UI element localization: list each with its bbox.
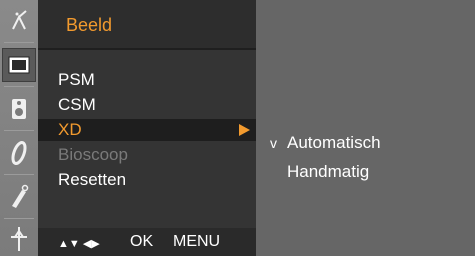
submenu-option-label: Handmatig — [287, 162, 370, 181]
icon-divider — [4, 174, 34, 175]
menu-item-psm[interactable]: PSM — [38, 69, 256, 91]
navigation-arrows-icon: ▲▼ ◀▶ — [58, 238, 100, 250]
menu-item-label: XD — [58, 120, 82, 139]
audio-icon[interactable] — [2, 92, 36, 126]
category-icon-bar — [0, 0, 38, 256]
screen-icon[interactable] — [2, 222, 36, 256]
icon-divider — [4, 42, 34, 43]
icon-divider — [4, 218, 34, 219]
picture-icon[interactable] — [2, 48, 36, 82]
picture-menu: Beeld PSM CSM XD Bioscoop Resetten ▲▼ ◀▶… — [38, 0, 256, 256]
ok-hint: OK — [130, 233, 154, 250]
menu-title: Beeld — [66, 15, 113, 35]
menu-item-label: Resetten — [58, 170, 127, 189]
menu-item-resetten[interactable]: Resetten — [38, 169, 256, 191]
submenu-option-label: Automatisch — [287, 133, 381, 152]
time-icon[interactable] — [2, 136, 36, 170]
submenu-option-handmatig[interactable]: Handmatig — [256, 161, 475, 183]
icon-divider — [4, 130, 34, 131]
menu-divider — [38, 48, 256, 50]
check-mark-icon: v — [270, 135, 277, 151]
special-icon[interactable] — [2, 180, 36, 214]
xd-submenu: v Automatisch Handmatig — [256, 0, 475, 256]
menu-item-label: Bioscoop — [58, 145, 128, 164]
menu-item-bioscoop: Bioscoop — [38, 144, 256, 166]
submenu-arrow-icon — [239, 124, 250, 136]
menu-header: Beeld — [38, 0, 256, 48]
menu-item-xd[interactable]: XD — [38, 119, 256, 141]
menu-item-csm[interactable]: CSM — [38, 94, 256, 116]
menu-hint: MENU — [173, 233, 221, 250]
icon-divider — [4, 86, 34, 87]
menu-footer-hints: ▲▼ ◀▶ OK MENU — [38, 228, 256, 256]
submenu-option-automatisch[interactable]: v Automatisch — [256, 132, 475, 154]
antenna-icon[interactable] — [2, 4, 36, 38]
menu-item-label: PSM — [58, 70, 95, 89]
osd-menu: Beeld PSM CSM XD Bioscoop Resetten ▲▼ ◀▶… — [0, 0, 475, 256]
menu-item-label: CSM — [58, 95, 96, 114]
